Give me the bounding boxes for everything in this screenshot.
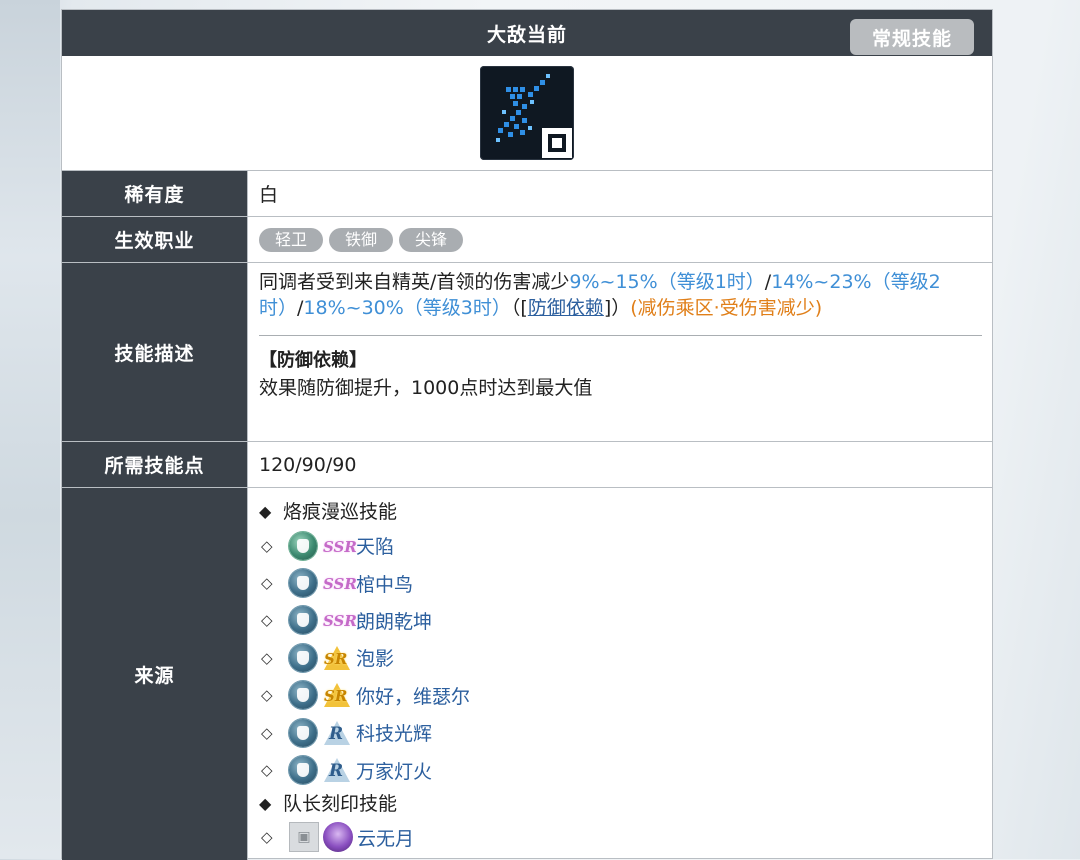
captain-imprint-icon: ▣	[289, 822, 319, 853]
note-title: 【防御依赖】	[259, 350, 367, 371]
hollow-bullet-icon: ◇	[261, 723, 273, 742]
hollow-bullet-icon: ◇	[261, 574, 273, 593]
filled-bullet-icon: ◆	[259, 793, 272, 813]
hollow-bullet-icon: ◇	[261, 536, 273, 555]
filled-bullet-icon: ◆	[259, 502, 272, 521]
hollow-bullet-icon: ◇	[261, 611, 273, 630]
description-value: 同调者受到来自精英/首领的伤害减少9%~15%（等级1时）/14%~23%（等级…	[248, 263, 992, 441]
source-row: 来源 ◆ 烙痕漫巡技能 ◇ SSR 天陷 ◇ SSR 棺中鸟 ◇ SSR 朗朗乾坤 ◇ SR 泡影…	[62, 488, 992, 860]
source-item-link[interactable]: 科技光辉	[356, 719, 432, 746]
description-row: 技能描述 同调者受到来自精英/首领的伤害减少9%~15%（等级1时）/14%~2…	[62, 263, 992, 442]
rarity-ssr-icon: SSR	[323, 537, 357, 556]
rarity-ssr-icon: SSR	[323, 575, 357, 594]
source-item: ◇ SSR 天陷	[259, 527, 992, 564]
description-text: 同调者受到来自精英/首领的伤害减少9%~15%（等级1时）/14%~23%（等级…	[259, 269, 982, 321]
description-label: 技能描述	[62, 263, 248, 441]
role-shield-icon	[289, 606, 317, 635]
cost-row: 所需技能点 120/90/90	[62, 442, 992, 488]
rarity-sr-icon: SR	[321, 681, 353, 709]
category-title: 烙痕漫巡技能	[283, 501, 398, 523]
skill-emblem-icon	[480, 66, 574, 160]
source-item: ◇ R 万家灯火	[259, 751, 992, 788]
description-divider	[259, 335, 982, 336]
desc-part: 同调者受到来自精英/首领的伤害减少	[259, 271, 570, 293]
rarity-r-icon: R	[321, 756, 353, 784]
source-label: 来源	[62, 488, 248, 860]
role-shield-icon	[289, 756, 317, 785]
rarity-value: 白	[259, 184, 279, 206]
source-item: ◇ SSR 棺中鸟	[259, 564, 992, 601]
class-tag[interactable]: 铁御	[329, 227, 394, 252]
desc-bracket: （[	[510, 297, 528, 319]
source-category: ◆ 烙痕漫巡技能	[259, 497, 992, 527]
hollow-bullet-icon: ◇	[261, 648, 273, 667]
skill-type-button[interactable]: 常规技能	[850, 19, 974, 55]
skill-card: 大敌当前 常规技能 稀有度 白 生效职业 轻卫 铁御 尖锋 技能描述 同调者受到…	[61, 9, 993, 860]
rarity-ssr-icon: SSR	[323, 612, 357, 631]
source-item: ◇ SR 你好，维瑟尔	[259, 677, 992, 714]
role-shield-icon	[289, 718, 317, 747]
hollow-bullet-icon: ◇	[261, 828, 273, 847]
rarity-sr-icon: SR	[321, 644, 353, 672]
hollow-bullet-icon: ◇	[261, 686, 273, 705]
source-item-link[interactable]: 泡影	[356, 644, 394, 671]
desc-level3: 18%~30%（等级3时）	[303, 297, 511, 319]
source-item-link[interactable]: 天陷	[356, 532, 394, 559]
source-category: ◆ 队长刻印技能	[259, 789, 992, 819]
category-title: 队长刻印技能	[283, 792, 398, 815]
captain-item-link[interactable]: 云无月	[357, 824, 414, 851]
skill-title-bar: 大敌当前 常规技能	[62, 10, 992, 56]
source-item: ◇ R 科技光辉	[259, 714, 992, 751]
source-item-link[interactable]: 万家灯火	[356, 757, 432, 784]
role-shield-icon	[289, 681, 317, 710]
class-tag[interactable]: 尖锋	[399, 227, 464, 252]
cost-value: 120/90/90	[259, 453, 357, 476]
cost-label: 所需技能点	[62, 442, 248, 487]
source-item-link[interactable]: 朗朗乾坤	[356, 607, 432, 634]
rarity-r-icon: R	[321, 719, 353, 747]
role-shield-icon	[289, 531, 317, 560]
source-item-link[interactable]: 棺中鸟	[356, 570, 413, 597]
skill-title: 大敌当前	[486, 23, 567, 46]
captain-source-item: ◇ ▣ 云无月	[259, 819, 992, 856]
role-shield-icon	[289, 643, 317, 672]
classes-row: 生效职业 轻卫 铁御 尖锋	[62, 217, 992, 263]
classes-label: 生效职业	[62, 217, 248, 262]
source-item: ◇ SSR 朗朗乾坤	[259, 602, 992, 639]
background-frost	[0, 0, 60, 859]
rarity-label: 稀有度	[62, 171, 248, 216]
defense-dependence-link[interactable]: 防御依赖	[528, 297, 604, 319]
desc-level1: 9%~15%（等级1时）	[569, 271, 765, 293]
rarity-row: 稀有度 白	[62, 171, 992, 217]
character-avatar-icon	[323, 822, 353, 853]
source-item-link[interactable]: 你好，维瑟尔	[356, 682, 470, 709]
source-item: ◇ SR 泡影	[259, 639, 992, 676]
class-tag[interactable]: 轻卫	[259, 227, 324, 252]
note-text: 效果随防御提升，1000点时达到最大值	[259, 377, 593, 399]
desc-damage-tag: (减伤乘区·受伤害减少)	[630, 297, 823, 319]
classes-value: 轻卫 铁御 尖锋	[248, 217, 992, 262]
source-value: ◆ 烙痕漫巡技能 ◇ SSR 天陷 ◇ SSR 棺中鸟 ◇ SSR 朗朗乾坤 ◇ SR 泡影 ◇ S…	[248, 488, 992, 860]
desc-bracket: ]）	[603, 297, 631, 319]
skill-icon-area	[62, 56, 992, 171]
hollow-bullet-icon: ◇	[261, 761, 273, 780]
skill-emblem-graphic	[496, 74, 572, 158]
role-shield-icon	[289, 569, 317, 598]
